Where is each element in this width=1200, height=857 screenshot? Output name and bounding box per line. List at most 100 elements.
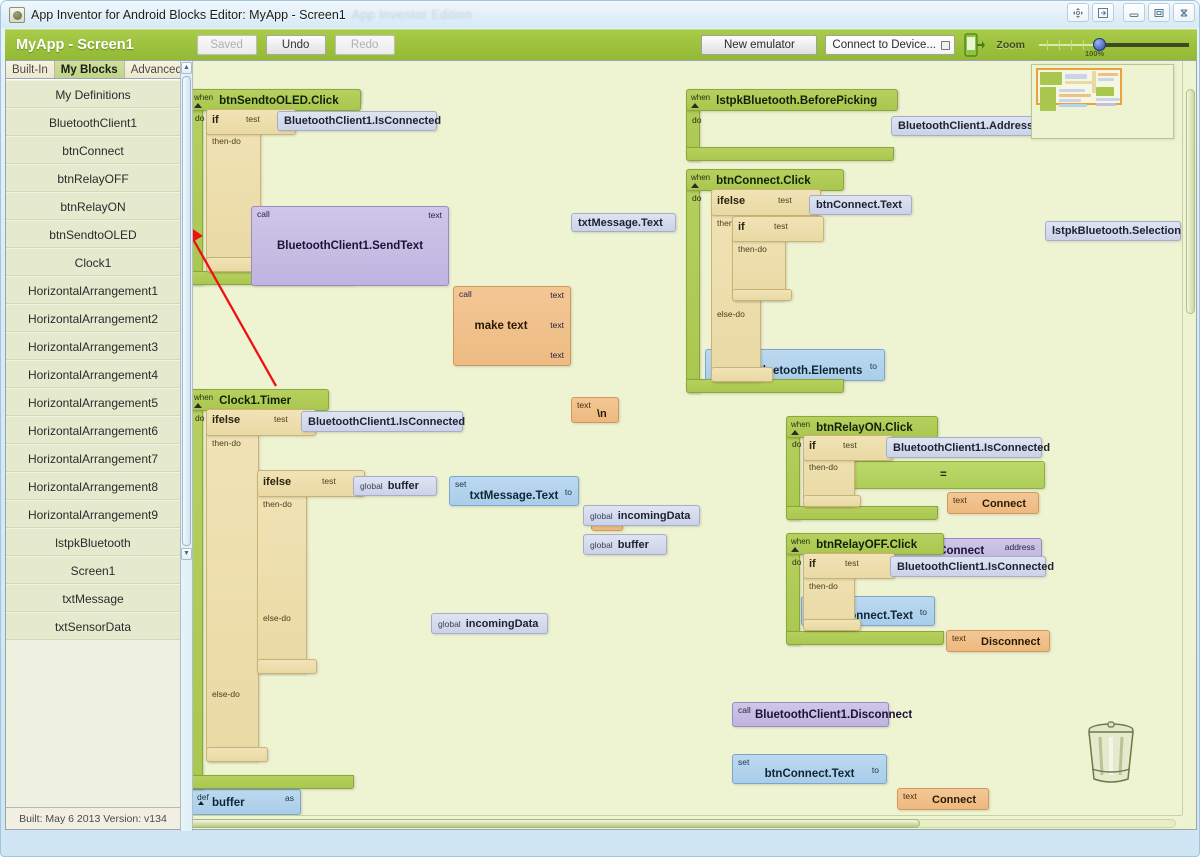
- new-emulator-button[interactable]: New emulator: [701, 35, 818, 55]
- drawer-item-clock1[interactable]: Clock1: [6, 248, 180, 276]
- getter-btnconnect-text-test[interactable]: btnConnect.Text: [809, 195, 912, 215]
- event-block-beforepicking[interactable]: when lstpkBluetooth.BeforePicking: [686, 89, 898, 111]
- drawer-item-txtmessage[interactable]: txtMessage: [6, 584, 180, 612]
- saved-button[interactable]: Saved: [196, 35, 257, 55]
- setter-txtmessage-text[interactable]: set txtMessage.Text to: [449, 476, 579, 506]
- getter-global-incomingdata-mt[interactable]: global incomingData: [583, 505, 700, 526]
- getter-lstpkbluetooth-selection[interactable]: lstpkBluetooth.Selection: [1045, 221, 1181, 241]
- collapse-triangle-icon[interactable]: [194, 402, 202, 408]
- connect-to-device-dropdown[interactable]: Connect to Device...: [825, 35, 956, 55]
- def-block-buffer[interactable]: def buffer as: [191, 789, 301, 815]
- scroll-up-arrow-icon[interactable]: ▲: [181, 62, 192, 74]
- when-label: when: [691, 92, 711, 102]
- do-label: do: [692, 193, 702, 203]
- getter-txtmessage-text-1[interactable]: txtMessage.Text: [571, 213, 676, 232]
- drawer-item-horizontalarrangement9[interactable]: HorizontalArrangement9: [6, 500, 180, 528]
- event-block-btnconnect[interactable]: when btnConnect.Click: [686, 169, 844, 191]
- set-keyword: set: [738, 757, 750, 767]
- drawer-item-horizontalarrangement1[interactable]: HorizontalArrangement1: [6, 276, 180, 304]
- drawer-item-btnrelayoff[interactable]: btnRelayOFF: [6, 164, 180, 192]
- getter-isconnected-relayon[interactable]: BluetoothClient1.IsConnected: [886, 437, 1050, 458]
- drawer-item-horizontalarrangement7[interactable]: HorizontalArrangement7: [6, 444, 180, 472]
- text-block-newline[interactable]: text \n: [571, 397, 619, 423]
- getter-isconnected-clock[interactable]: BluetoothClient1.IsConnected: [301, 411, 465, 432]
- event-block-btnrelayoff[interactable]: when btnRelayOFF.Click: [786, 533, 944, 555]
- canvas-vscroll-thumb[interactable]: [1186, 89, 1195, 314]
- address-arg-label: address: [1004, 542, 1035, 552]
- collapse-triangle-icon[interactable]: [691, 102, 699, 108]
- tab-built-in[interactable]: Built-In: [6, 61, 55, 78]
- canvas-horizontal-scrollbar[interactable]: [181, 815, 1182, 829]
- control-ifelse-clock-outer[interactable]: [206, 409, 259, 762]
- maketext-arg2-label: text: [550, 320, 564, 330]
- getter-isconnected-relayoff[interactable]: BluetoothClient1.IsConnected: [890, 556, 1054, 577]
- maketext-block-1[interactable]: call make text text text text: [453, 286, 571, 366]
- collapse-triangle-icon[interactable]: [691, 182, 699, 188]
- collapse-triangle-icon[interactable]: [194, 102, 202, 108]
- text-value[interactable]: \n: [597, 408, 607, 420]
- collapse-triangle-icon[interactable]: [791, 546, 799, 552]
- zoom-slider[interactable]: 100%: [1039, 34, 1189, 58]
- call-bluetoothclient1-sendtext[interactable]: call BluetoothClient1.SendText text: [251, 206, 449, 286]
- minimize-button[interactable]: [1123, 3, 1145, 22]
- canvas-vertical-scrollbar[interactable]: [1182, 61, 1196, 815]
- drawer-item-my-definitions[interactable]: My Definitions: [6, 80, 180, 108]
- def-var-name[interactable]: buffer: [212, 797, 245, 809]
- drawer-item-btnconnect[interactable]: btnConnect: [6, 136, 180, 164]
- workspace-minimap[interactable]: [1031, 64, 1174, 139]
- text-value[interactable]: Connect: [932, 794, 976, 806]
- redo-button[interactable]: Redo: [334, 35, 395, 55]
- scroll-down-arrow-icon[interactable]: ▼: [181, 548, 192, 560]
- getter-bluetoothclient1-isconnected[interactable]: BluetoothClient1.IsConnected: [277, 111, 441, 131]
- blocks-canvas-panel[interactable]: when btnSendtoOLED.Click do if test then…: [180, 60, 1197, 830]
- getter-label: btnConnect.Text: [816, 199, 902, 211]
- text-block-disconnect[interactable]: text Disconnect: [946, 630, 1050, 652]
- call-bluetoothclient1-disconnect[interactable]: call BluetoothClient1.Disconnect: [732, 702, 912, 727]
- drawer-item-horizontalarrangement4[interactable]: HorizontalArrangement4: [6, 360, 180, 388]
- move-window-button[interactable]: [1067, 3, 1089, 22]
- text-value[interactable]: Disconnect: [981, 636, 1040, 648]
- setter-name-label: txtMessage.Text: [469, 490, 559, 502]
- collapse-triangle-icon[interactable]: [791, 429, 799, 435]
- palette-scrollbar[interactable]: ▲ ▼: [180, 61, 193, 831]
- setter-btnconnect-text-connect[interactable]: set btnConnect.Text to: [732, 754, 887, 784]
- set-keyword: set: [455, 479, 467, 489]
- drawer-item-lstpkbluetooth[interactable]: lstpkBluetooth: [6, 528, 180, 556]
- text-value[interactable]: Connect: [982, 498, 1026, 510]
- drawer-item-txtsensordata[interactable]: txtSensorData: [6, 612, 180, 640]
- close-button[interactable]: [1173, 3, 1195, 22]
- getter-global-buffer-mt[interactable]: global buffer: [583, 534, 667, 555]
- event-block-btnsendtooled-head[interactable]: when btnSendtoOLED.Click: [189, 89, 361, 111]
- phone-connect-icon[interactable]: [964, 33, 986, 57]
- test-label: test: [843, 440, 857, 450]
- drawer-item-btnrelayon[interactable]: btnRelayON: [6, 192, 180, 220]
- drawer-item-horizontalarrangement3[interactable]: HorizontalArrangement3: [6, 332, 180, 360]
- event-block-clock1-timer[interactable]: when Clock1.Timer: [189, 389, 329, 411]
- text-block-connect-set[interactable]: text Connect: [897, 788, 989, 810]
- undo-button[interactable]: Undo: [265, 35, 326, 55]
- getter-global-incomingdata-sensor[interactable]: global incomingData: [431, 613, 548, 634]
- blocks-canvas[interactable]: when btnSendtoOLED.Click do if test then…: [181, 61, 1182, 815]
- app-toolbar: MyApp - Screen1 Saved Undo Redo New emul…: [5, 29, 1197, 60]
- drawer-item-horizontalarrangement2[interactable]: HorizontalArrangement2: [6, 304, 180, 332]
- tab-my-blocks[interactable]: My Blocks: [54, 61, 125, 78]
- trash-can[interactable]: [1080, 717, 1142, 785]
- getter-label: BluetoothClient1.IsConnected: [893, 441, 1051, 454]
- drawer-item-screen1[interactable]: Screen1: [6, 556, 180, 584]
- collapse-triangle-icon[interactable]: [198, 801, 204, 805]
- maximize-button[interactable]: [1148, 3, 1170, 22]
- global-keyword: global: [590, 539, 613, 550]
- palette-scroll-thumb[interactable]: [182, 76, 191, 546]
- canvas-hscroll-thumb[interactable]: [185, 819, 920, 828]
- control-ifelse-clock-inner-bottom: [257, 659, 317, 674]
- drawer-item-horizontalarrangement8[interactable]: HorizontalArrangement8: [6, 472, 180, 500]
- drawer-item-horizontalarrangement6[interactable]: HorizontalArrangement6: [6, 416, 180, 444]
- restore-down-button[interactable]: [1092, 3, 1114, 22]
- drawer-item-btnsendtooled[interactable]: btnSendtoOLED: [6, 220, 180, 248]
- event-block-btnrelayon-foot: [786, 506, 938, 520]
- drawer-item-bluetoothclient1[interactable]: BluetoothClient1: [6, 108, 180, 136]
- text-arg-label: text: [428, 210, 442, 220]
- drawer-item-horizontalarrangement5[interactable]: HorizontalArrangement5: [6, 388, 180, 416]
- getter-global-buffer-test[interactable]: global buffer: [353, 476, 437, 496]
- text-block-connect-cmp[interactable]: text Connect: [947, 492, 1039, 514]
